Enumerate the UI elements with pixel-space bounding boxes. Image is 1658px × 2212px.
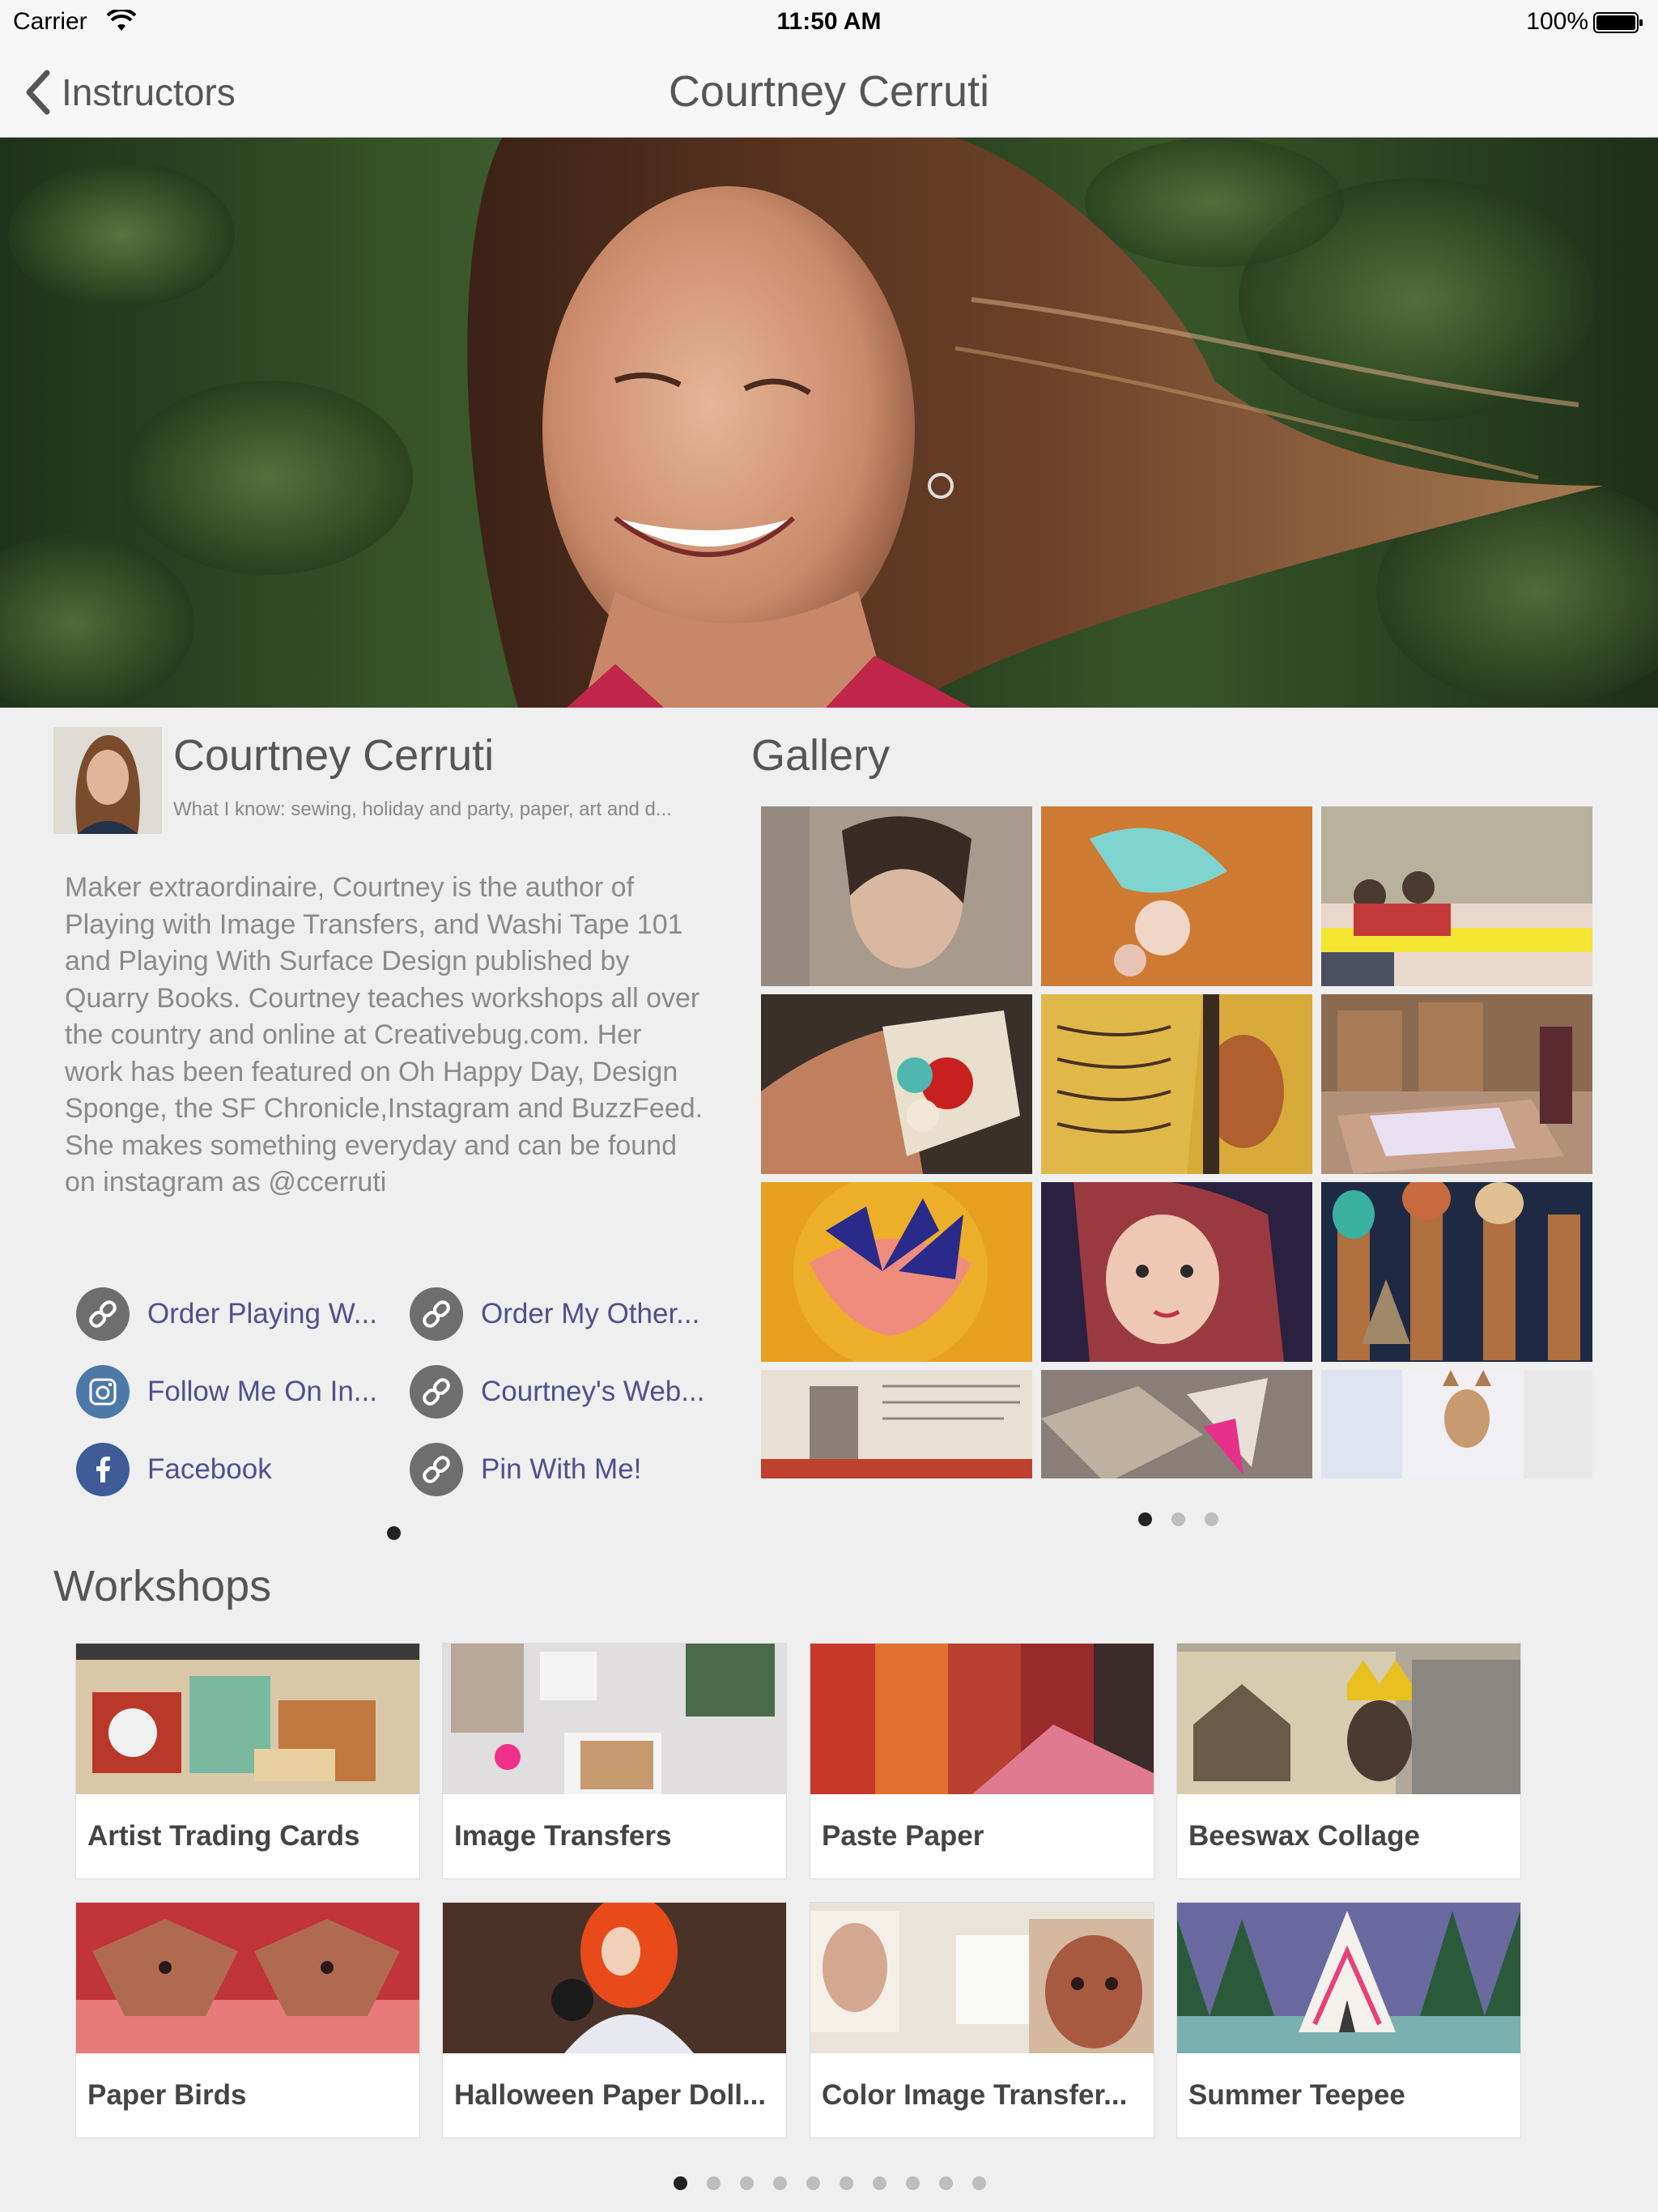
workshop-thumbnail [76,1644,419,1794]
instructor-skills: What I know: sewing, holiday and party, … [173,798,672,820]
page-title: Courtney Cerruti [668,67,990,116]
link-icon [410,1287,463,1341]
navigation-bar: Instructors Courtney Cerruti [0,45,1658,138]
workshop-card[interactable]: Paper Birds [76,1903,419,2138]
link-order-playing[interactable]: Order Playing W... [76,1286,377,1342]
workshop-thumbnail [443,1903,786,2053]
page-dot[interactable] [806,2176,820,2190]
page-dot[interactable] [387,1526,401,1540]
page-dot[interactable] [1171,1512,1185,1526]
workshop-card[interactable]: Color Image Transfer... [810,1903,1154,2138]
workshop-thumbnail [76,1903,419,2053]
gallery-image[interactable] [1321,806,1592,986]
instagram-icon [76,1365,130,1419]
page-dot[interactable] [906,2176,920,2190]
workshop-card[interactable]: Summer Teepee [1177,1903,1520,2138]
link-icon [410,1443,463,1496]
link-label: Order My Other... [481,1298,700,1329]
workshop-title: Halloween Paper Doll... [454,2079,767,2111]
workshop-title: Artist Trading Cards [87,1820,360,1852]
instructor-name: Courtney Cerruti [173,731,495,780]
hero-portrait-illustration [0,138,1658,708]
workshop-title: Beeswax Collage [1188,1820,1420,1852]
page-dot[interactable] [972,2176,986,2190]
link-pinterest[interactable]: Pin With Me! [410,1441,641,1498]
workshops-title: Workshops [53,1562,272,1610]
gallery-image[interactable] [1321,1182,1592,1362]
gallery-title: Gallery [751,731,891,780]
battery-icon [1593,12,1643,33]
clock: 11:50 AM [776,8,882,35]
workshop-thumbnail [1177,1644,1520,1794]
gallery-grid [761,806,1595,1478]
workshop-thumbnail [810,1903,1154,2053]
workshop-card[interactable]: Paste Paper [810,1644,1154,1878]
gallery-image[interactable] [1041,1182,1312,1362]
workshop-title: Paste Paper [822,1820,984,1852]
link-icon [76,1287,130,1341]
gallery-image[interactable] [1321,1370,1592,1478]
instructor-bio: Maker extraordinaire, Courtney is the au… [65,872,704,1197]
link-website[interactable]: Courtney's Web... [410,1363,704,1420]
link-label: Courtney's Web... [481,1376,705,1407]
page-dot[interactable] [773,2176,787,2190]
page-dot[interactable] [1205,1512,1218,1526]
page-dot[interactable] [674,2176,687,2190]
workshop-card[interactable]: Artist Trading Cards [76,1644,419,1878]
gallery-image[interactable] [1041,994,1312,1174]
gallery-image[interactable] [761,1370,1032,1478]
workshop-title: Image Transfers [454,1820,672,1852]
page-dot[interactable] [707,2176,721,2190]
hero-photo [0,138,1658,708]
link-order-other[interactable]: Order My Other... [410,1286,699,1342]
link-label: Facebook [147,1453,272,1485]
workshop-thumbnail [810,1644,1154,1794]
gallery-image[interactable] [761,994,1032,1174]
page-dot[interactable] [873,2176,886,2190]
gallery-image[interactable] [1041,806,1312,986]
workshop-card[interactable]: Beeswax Collage [1177,1644,1520,1878]
link-label: Follow Me On In... [147,1376,377,1407]
gallery-image[interactable] [761,806,1032,986]
link-label: Order Playing W... [147,1298,377,1329]
link-label: Pin With Me! [481,1453,642,1485]
gallery-image[interactable] [1041,1370,1312,1478]
instructor-avatar [53,727,162,834]
page-dot[interactable] [939,2176,953,2190]
page-dot[interactable] [840,2176,853,2190]
gallery-page-indicator [1129,1512,1228,1526]
workshop-title: Summer Teepee [1188,2079,1405,2111]
link-instagram[interactable]: Follow Me On In... [76,1363,377,1420]
workshop-card[interactable]: Halloween Paper Doll... [443,1903,786,2138]
workshops-page-indicator [664,2176,996,2190]
avatar-portrait-illustration [53,727,162,834]
link-icon [410,1365,463,1419]
workshop-card[interactable]: Image Transfers [443,1644,786,1878]
gallery-image[interactable] [761,1182,1032,1362]
page-dot[interactable] [1138,1512,1152,1526]
page-dot[interactable] [740,2176,754,2190]
link-facebook[interactable]: Facebook [76,1441,272,1498]
workshop-thumbnail [443,1644,786,1794]
battery-percent: 100% [1526,8,1588,35]
gallery-image[interactable] [1321,994,1592,1174]
links-page-indicator [377,1526,410,1540]
facebook-icon [76,1443,130,1496]
workshop-title: Paper Birds [87,2079,247,2111]
workshop-title: Color Image Transfer... [822,2079,1128,2111]
status-bar: Carrier 11:50 AM 100% [0,0,1658,45]
workshop-thumbnail [1177,1903,1520,2053]
